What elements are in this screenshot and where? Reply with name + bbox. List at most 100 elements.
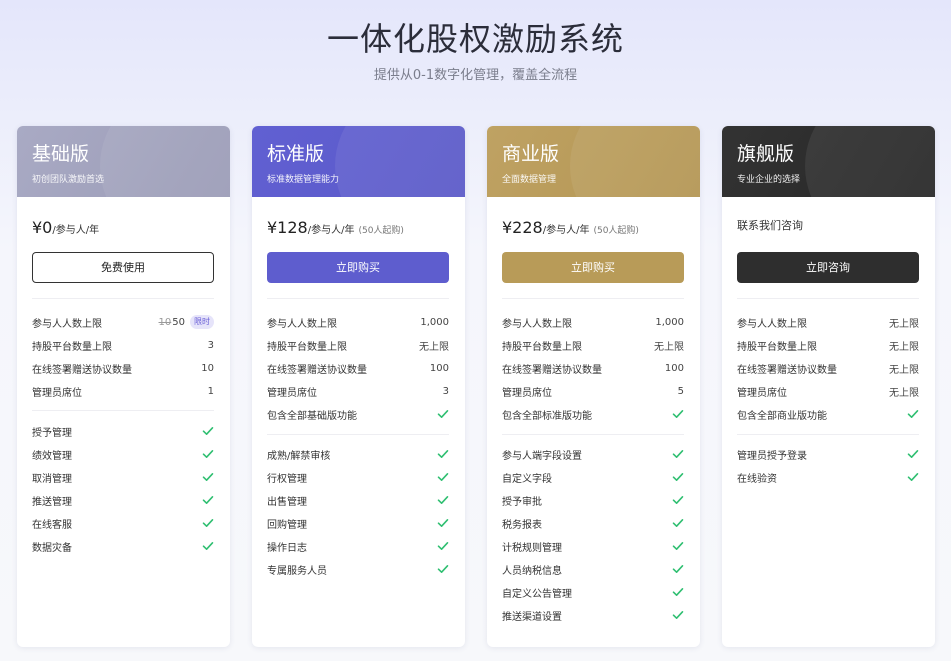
- limit-value: 10 50 限时: [159, 315, 214, 329]
- feature-row: 人员纳税信息: [502, 561, 684, 577]
- feature-label: 推送渠道设置: [502, 611, 562, 623]
- limit-label: 持股平台数量上限: [502, 341, 582, 353]
- feature-row: 参与人端字段设置: [502, 446, 684, 462]
- limit-label: 在线签署赠送协议数量: [267, 364, 367, 376]
- feature-label: 操作日志: [267, 542, 307, 554]
- price-amount: ¥0: [32, 218, 53, 237]
- feature-row: 计税规则管理: [502, 538, 684, 554]
- check-icon: [672, 565, 684, 573]
- card-header: 基础版 初创团队激励首选: [17, 126, 230, 246]
- limit-row: 参与人人数上限 1,000: [267, 314, 449, 330]
- check-icon: [907, 473, 919, 481]
- price-unit: /参与人/年: [542, 225, 590, 236]
- feature-row: 在线验资: [737, 469, 919, 485]
- feature-row: 自定义公告管理: [502, 584, 684, 600]
- check-icon: [202, 542, 214, 550]
- check-icon: [437, 565, 449, 573]
- limit-number: 无上限: [889, 364, 919, 376]
- cta-button[interactable]: 立即购买: [267, 252, 449, 283]
- limit-label: 管理员席位: [32, 387, 82, 399]
- price-row: ¥228/参与人/年 (50人起购): [502, 218, 639, 240]
- card-header: 标准版 标准数据管理能力: [252, 126, 465, 246]
- cta-button[interactable]: 立即咨询: [737, 252, 919, 283]
- limit-label: 包含全部标准版功能: [502, 410, 592, 422]
- check-icon: [202, 519, 214, 527]
- check-icon: [672, 519, 684, 527]
- feature-label: 行权管理: [267, 473, 307, 485]
- divider: [32, 410, 214, 411]
- check-icon: [907, 410, 919, 418]
- limit-row: 包含全部基础版功能: [267, 406, 449, 422]
- limit-number: 100: [664, 362, 684, 374]
- feature-row: 操作日志: [267, 538, 449, 554]
- feature-label: 税务报表: [502, 519, 542, 531]
- divider: [267, 434, 449, 435]
- check-icon: [202, 450, 214, 458]
- divider: [32, 298, 214, 299]
- limit-value: 100: [430, 363, 449, 374]
- limit-label: 管理员席位: [502, 387, 552, 399]
- card-header: 旗舰版专业企业的选择: [722, 126, 935, 246]
- feature-label: 管理员授予登录: [737, 450, 807, 462]
- limit-value: 无上限: [889, 384, 919, 399]
- limit-value: 1: [208, 386, 214, 397]
- price-unit: /参与人/年: [52, 225, 100, 236]
- feature-row: 出售管理: [267, 492, 449, 508]
- check-icon: [907, 450, 919, 458]
- limit-row: 参与人人数上限 无上限: [737, 314, 919, 330]
- limit-label: 参与人人数上限: [32, 318, 102, 330]
- pricing-card-flagship: 旗舰版 专业企业的选择 联系我们咨询 立即咨询 参与人人数上限 无上限 持股平台数量上限 无上…: [722, 126, 935, 647]
- limit-label: 在线签署赠送协议数量: [737, 364, 837, 376]
- limit-value: 100: [665, 363, 684, 374]
- pricing-card-basic: 基础版 初创团队激励首选 ¥0/参与人/年免费使用参与人人数上限 10 50 限时持股平台…: [17, 126, 230, 647]
- divider: [502, 434, 684, 435]
- feature-label: 出售管理: [267, 496, 307, 508]
- plan-title: 旗舰版: [737, 143, 795, 165]
- limit-row: 持股平台数量上限 无上限: [737, 337, 919, 353]
- limit-value: 3: [208, 340, 214, 351]
- cta-button[interactable]: 免费使用: [32, 252, 214, 283]
- limit-number: 100: [429, 362, 449, 374]
- feature-row: 数据灾备: [32, 538, 214, 554]
- plan-tagline: 初创团队激励首选: [32, 175, 105, 185]
- check-icon: [672, 496, 684, 504]
- feature-row: 在线客服: [32, 515, 214, 531]
- check-icon: [672, 588, 684, 596]
- limit-number: 5: [677, 385, 684, 397]
- limit-label: 持股平台数量上限: [737, 341, 817, 353]
- plan-tagline: 全面数据管理: [502, 175, 557, 185]
- feature-label: 专属服务人员: [267, 565, 327, 577]
- cta-button[interactable]: 立即购买: [502, 252, 684, 283]
- check-icon: [672, 473, 684, 481]
- feature-label: 自定义字段: [502, 473, 552, 485]
- feature-label: 取消管理: [32, 473, 72, 485]
- limit-row: 管理员席位 3: [267, 383, 449, 399]
- limit-row: 参与人人数上限 1,000: [502, 314, 684, 330]
- page-subtitle: 提供从0-1数字化管理，覆盖全流程: [373, 68, 578, 83]
- plan-tagline: 专业企业的选择: [737, 175, 801, 185]
- divider: [502, 298, 684, 299]
- limit-label: 在线签署赠送协议数量: [32, 364, 132, 376]
- limit-number: 10: [201, 362, 214, 374]
- limit-value: 3: [443, 386, 449, 397]
- limit-label: 管理员席位: [267, 387, 317, 399]
- plan-title: 商业版: [502, 143, 560, 165]
- check-icon: [437, 410, 449, 418]
- feature-row: 取消管理: [32, 469, 214, 485]
- check-icon: [202, 473, 214, 481]
- limit-row: 持股平台数量上限 3: [32, 337, 214, 353]
- limit-value: 无上限: [889, 315, 919, 330]
- price-amount: ¥228: [502, 218, 543, 237]
- check-icon: [202, 427, 214, 435]
- feature-row: 专属服务人员: [267, 561, 449, 577]
- price-row: ¥128/参与人/年 (50人起购): [267, 218, 404, 240]
- check-icon: [437, 496, 449, 504]
- limit-value: 1,000: [655, 317, 684, 328]
- feature-row: 授予审批: [502, 492, 684, 508]
- limit-label: 包含全部基础版功能: [267, 410, 357, 422]
- feature-label: 自定义公告管理: [502, 588, 572, 600]
- limited-time-badge: 限时: [190, 315, 214, 329]
- limit-row: 包含全部商业版功能: [737, 406, 919, 422]
- limit-number: 无上限: [889, 387, 919, 399]
- check-icon: [672, 611, 684, 619]
